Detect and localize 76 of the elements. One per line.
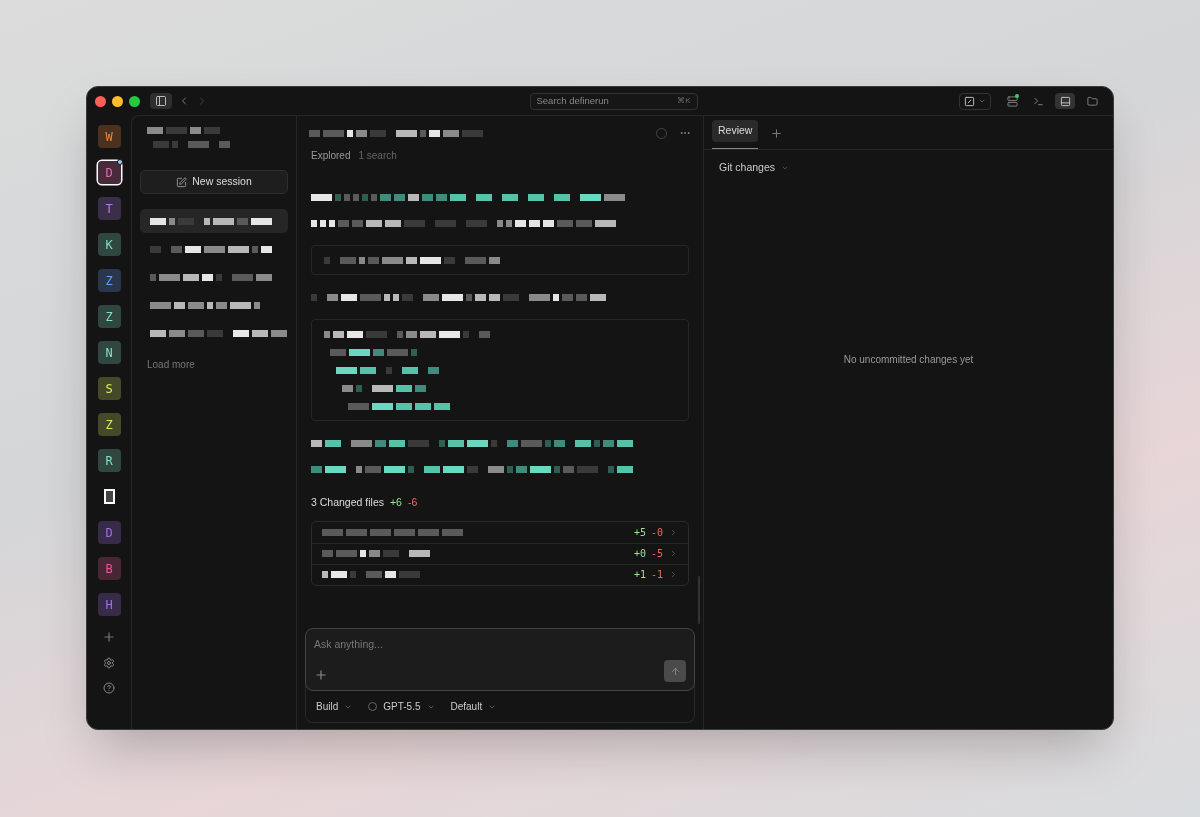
attach-icon[interactable]: [314, 668, 328, 682]
file-lines-removed: -1: [650, 568, 663, 583]
slashed-square-icon: [964, 95, 975, 107]
lines-added: +6: [389, 495, 402, 510]
lines-removed: -6: [407, 495, 418, 510]
empty-state-message: No uncommitted changes yet: [843, 352, 974, 367]
server-icon: [1006, 95, 1018, 107]
session-item[interactable]: [140, 209, 288, 233]
explored-detail: 1 search: [358, 149, 397, 163]
minimize-window-button[interactable]: [112, 95, 123, 107]
changed-file-row[interactable]: +0 -5: [312, 542, 688, 564]
project-button[interactable]: T: [97, 197, 121, 220]
settings-icon[interactable]: [103, 657, 115, 669]
help-icon[interactable]: [103, 682, 115, 694]
layout-switcher-button[interactable]: [959, 92, 991, 110]
changed-files-title: 3 Changed files: [311, 495, 384, 510]
close-window-button[interactable]: [95, 95, 106, 107]
project-button[interactable]: R: [97, 449, 121, 472]
project-button[interactable]: K: [97, 233, 121, 256]
project-letter: S: [105, 380, 113, 398]
panel-icon: [1059, 95, 1071, 107]
zoom-window-button[interactable]: [129, 95, 140, 107]
project-letter: D: [105, 524, 113, 542]
project-letter: Z: [105, 416, 113, 434]
project-letter: W: [105, 128, 113, 146]
new-session-button[interactable]: New session: [140, 170, 288, 194]
arrow-up-icon: [669, 665, 681, 677]
project-letter: D: [105, 164, 113, 182]
explored-label: Explored: [311, 149, 351, 163]
project-button[interactable]: W: [97, 125, 121, 148]
project-button[interactable]: S: [97, 377, 121, 400]
project-letter: T: [105, 200, 113, 218]
project-button[interactable]: D: [97, 521, 121, 544]
project-button[interactable]: H: [97, 593, 121, 616]
composer-field[interactable]: Ask anything...: [305, 628, 695, 691]
file-lines-added: +1: [633, 568, 646, 583]
project-letter: B: [105, 560, 113, 578]
project-button[interactable]: B: [97, 557, 121, 580]
project-button[interactable]: Z: [97, 305, 121, 328]
file-lines-removed: -0: [650, 525, 663, 540]
chevron-right-icon: [669, 549, 678, 559]
search-placeholder: Search definerun: [536, 93, 609, 108]
document-icon: [103, 489, 115, 504]
changed-file-row[interactable]: +1 -1: [312, 563, 688, 585]
option-dropdown[interactable]: Build: [316, 699, 353, 714]
project-letter: Z: [105, 308, 113, 326]
panel-toggle-button[interactable]: [1055, 93, 1075, 109]
project-letter: N: [105, 344, 113, 362]
project-letter: H: [105, 596, 113, 614]
shortcut-hint: ⌘K: [677, 95, 691, 107]
project-letter: Z: [105, 272, 113, 290]
load-more-link[interactable]: Load more: [140, 357, 288, 372]
chevron-right-icon: [669, 570, 678, 580]
file-lines-added: +5: [633, 525, 646, 540]
add-tab-icon[interactable]: [770, 127, 784, 140]
project-letter: K: [105, 236, 113, 254]
sidebar-icon: [155, 95, 167, 107]
file-lines-added: +0: [633, 547, 646, 562]
project-button[interactable]: Z: [97, 413, 121, 436]
git-changes-dropdown[interactable]: Git changes: [719, 160, 790, 176]
compose-icon: [176, 176, 188, 188]
search-field[interactable]: Search definerun ⌘K: [529, 92, 698, 110]
file-lines-removed: -5: [650, 547, 663, 562]
project-button[interactable]: N: [97, 341, 121, 364]
option-dropdown[interactable]: GPT-5.5: [368, 699, 435, 714]
sidebar-toggle-button[interactable]: [150, 93, 172, 109]
project-letter: R: [105, 452, 113, 470]
folder-icon: [1086, 95, 1098, 107]
option-dropdown[interactable]: Default: [450, 699, 497, 714]
chevron-right-icon: [669, 527, 678, 537]
project-button[interactable]: Z: [97, 269, 121, 292]
changed-file-row[interactable]: +5 -0: [312, 521, 688, 543]
chevron-down-icon: [978, 97, 986, 105]
project-button[interactable]: D: [97, 161, 121, 184]
composer-placeholder: Ask anything...: [314, 637, 384, 652]
terminal-icon: [1032, 95, 1044, 107]
